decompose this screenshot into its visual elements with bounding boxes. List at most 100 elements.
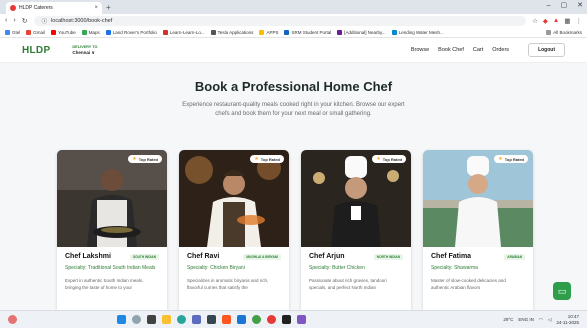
vscode-icon[interactable] (237, 315, 246, 324)
all-bookmarks[interactable]: All Bookmarks (546, 29, 582, 35)
forward-icon[interactable]: › (13, 17, 15, 24)
chef-specialty: Specialty: Traditional South Indian Meal… (65, 265, 156, 271)
chef-card-arjun[interactable]: ★ Top Rated Chef Arjun North Indian Speci… (301, 150, 411, 310)
page-content: HLDP DELIVERY TO Chennai ∨ Browse Book C… (0, 38, 587, 310)
file-explorer-icon[interactable] (162, 315, 171, 324)
extensions-icon[interactable]: ▦ (564, 17, 570, 25)
maximize-icon[interactable]: ▢ (561, 0, 568, 12)
nav-links: Browse Book Chef Cart Orders Logout (411, 43, 565, 57)
cuisine-tag: Mughlai & Biryani (243, 253, 281, 260)
chef-description: Specializes in aromatic biryanis and ric… (187, 278, 269, 290)
edge-icon[interactable] (177, 315, 186, 324)
chef-photo: ★ Top Rated (423, 150, 533, 247)
nav-book-chef[interactable]: Book Chef (438, 47, 464, 53)
chef-description: Expert in authentic South Indian meals, … (65, 278, 144, 290)
top-rated-badge: ★ Top Rated (250, 155, 284, 163)
cuisine-tag: South Indian (129, 253, 159, 260)
browser-tab[interactable]: HLDP Caterers × (6, 2, 102, 14)
star-icon: ★ (254, 156, 259, 162)
language-indicator[interactable]: ENG IN (518, 317, 534, 322)
chef-name: Chef Ravi (187, 253, 220, 260)
os-taskbar: 29°C ENG IN ◠ ◁ 10:47 24-11-2025 (0, 310, 587, 328)
close-window-icon[interactable]: ✕ (577, 0, 583, 12)
search-icon[interactable] (132, 315, 141, 324)
chef-info: Chef Fatima Arabian Specialty: Shawarma … (423, 247, 533, 297)
camera-icon[interactable] (207, 315, 216, 324)
reload-icon[interactable]: ↻ (22, 17, 28, 25)
star-icon: ★ (498, 156, 503, 162)
window-controls: – ▢ ✕ (547, 0, 583, 12)
chef-name: Chef Fatima (431, 253, 472, 260)
site-header: HLDP DELIVERY TO Chennai ∨ Browse Book C… (0, 38, 587, 63)
system-tray: 29°C ENG IN ◠ ◁ 10:47 24-11-2025 (503, 314, 579, 325)
info-icon[interactable]: ⓘ (42, 17, 48, 25)
chef-card-fatima[interactable]: ★ Top Rated Chef Fatima Arabian Specialty… (423, 150, 533, 310)
chef-photo: ★ Top Rated (57, 150, 167, 247)
close-tab-icon[interactable]: × (94, 5, 98, 11)
delivery-city: Chennai ∨ (72, 50, 96, 55)
minimize-icon[interactable]: – (547, 0, 551, 12)
browser-tab-bar: HLDP Caterers × + – ▢ ✕ (0, 0, 587, 14)
chef-card-lakshmi[interactable]: ★ Top Rated Chef Lakshmi South Indian Spe… (57, 150, 167, 310)
clock[interactable]: 10:47 24-11-2025 (556, 314, 579, 325)
cuisine-tag: Arabian (504, 253, 525, 260)
nav-browse[interactable]: Browse (411, 47, 429, 53)
nav-cart[interactable]: Cart (473, 47, 483, 53)
app-icon[interactable] (297, 315, 306, 324)
chef-photo: ★ Top Rated (179, 150, 289, 247)
logout-button[interactable]: Logout (528, 43, 565, 57)
delivery-location[interactable]: DELIVERY TO Chennai ∨ (72, 44, 97, 56)
bookmark-item[interactable]: YouTube (51, 29, 76, 35)
star-icon[interactable]: ☆ (532, 17, 538, 25)
store-icon[interactable] (192, 315, 201, 324)
start-icon[interactable] (117, 315, 126, 324)
brave-icon[interactable] (222, 315, 231, 324)
bookmark-item[interactable]: Maps (81, 29, 100, 35)
back-icon[interactable]: ‹ (5, 17, 7, 24)
chef-info: Chef Arjun North Indian Specialty: Butte… (301, 247, 411, 297)
chef-specialty: Specialty: Butter Chicken (309, 265, 365, 271)
alert-icon[interactable]: ▲ (553, 17, 559, 24)
bookmark-item[interactable]: Gtel (5, 29, 20, 35)
chrome-icon[interactable] (267, 315, 276, 324)
weather-icon[interactable] (8, 315, 17, 324)
volume-icon[interactable]: ◁ (548, 317, 551, 323)
bookmark-item[interactable]: Lending Water Mesh... (391, 29, 444, 35)
bookmark-item[interactable]: Land Rover's Portfolio (105, 29, 157, 35)
whatsapp-icon[interactable] (252, 315, 261, 324)
task-view-icon[interactable] (147, 315, 156, 324)
new-tab-icon[interactable]: + (106, 2, 111, 14)
hero-description: Experience restaurant-quality meals cook… (182, 102, 405, 117)
chef-specialty: Specialty: Shawarma (431, 265, 478, 271)
chef-name: Chef Arjun (309, 253, 345, 260)
terminal-icon[interactable] (282, 315, 291, 324)
chef-name: Chef Lakshmi (65, 253, 111, 260)
star-icon: ★ (132, 156, 137, 162)
page-title: Book a Professional Home Chef (194, 79, 393, 94)
url-field[interactable]: ⓘ localhost:3000/book-chef (33, 15, 527, 26)
nav-orders[interactable]: Orders (492, 47, 509, 53)
bookmarks-bar: Gtel Gmail YouTube Maps Land Rover's Por… (0, 27, 587, 38)
site-logo[interactable]: HLDP (22, 45, 50, 56)
menu-icon[interactable]: ⋮ (576, 17, 583, 25)
chef-photo: ★ Top Rated (301, 150, 411, 247)
chef-description: Master of slow-cooked delicacies and aut… (431, 278, 506, 290)
chat-button[interactable]: ▭ (553, 282, 571, 300)
star-icon: ★ (376, 156, 381, 162)
tab-title: HLDP Caterers (19, 5, 53, 11)
shield-icon[interactable]: ◆ (543, 17, 548, 25)
bookmark-item[interactable]: [Additional] Nearby... (337, 29, 386, 35)
bookmark-item[interactable]: Learn-Learn-Lo... (162, 29, 205, 35)
chef-card-ravi[interactable]: ★ Top Rated Chef Ravi Mughlai & Biryani S… (179, 150, 289, 310)
bookmark-item[interactable]: Tesla Applications (210, 29, 253, 35)
bookmark-item[interactable]: Gmail (26, 29, 45, 35)
bookmark-item[interactable]: SRM Student Portal (284, 29, 331, 35)
chef-description: Passionate about rich gravies, tandoori … (309, 278, 387, 290)
chat-icon: ▭ (557, 285, 567, 296)
bookmark-item[interactable]: APPS (259, 29, 278, 35)
toolbar-icons: ☆ ◆ ▲ ▦ ⋮ (532, 17, 582, 25)
chef-info: Chef Ravi Mughlai & Biryani Specialty: C… (179, 247, 289, 297)
address-bar-row: ‹ › ↻ ⓘ localhost:3000/book-chef ☆ ◆ ▲ ▦… (0, 14, 587, 27)
chef-specialty: Specialty: Chicken Biryani (187, 265, 245, 271)
wifi-icon[interactable]: ◠ (539, 317, 543, 323)
